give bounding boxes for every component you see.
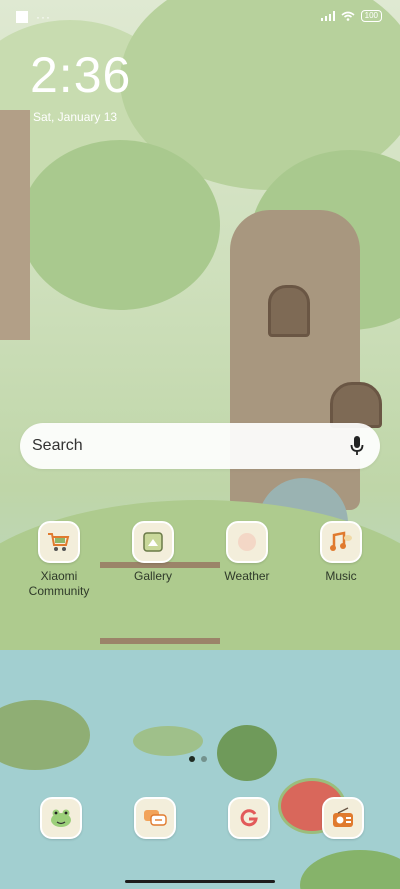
app-xiaomi-community[interactable]: Xiaomi Community — [24, 521, 94, 599]
music-icon — [320, 521, 362, 563]
app-label: Gallery — [133, 569, 172, 583]
status-bar: ··· 100 — [0, 0, 400, 34]
app-label: Xiaomi Community — [28, 569, 90, 598]
status-right: 100 — [320, 10, 382, 22]
frog-app-icon — [40, 797, 82, 839]
dock-app-google[interactable] — [228, 797, 270, 839]
home-screen: ··· 100 2:36 Sat, January 13 Search Xiao… — [0, 0, 400, 889]
search-placeholder: Search — [32, 437, 83, 454]
wifi-icon — [341, 11, 355, 21]
page-indicator[interactable] — [189, 756, 207, 762]
dock-app-messages[interactable] — [134, 797, 176, 839]
clock-time[interactable]: 2:36 — [30, 48, 131, 102]
xiaomi-community-icon — [38, 521, 80, 563]
dock-app-frog[interactable] — [40, 797, 82, 839]
messages-icon — [134, 797, 176, 839]
app-label: Music — [325, 569, 357, 583]
page-dot — [201, 756, 207, 762]
app-gallery[interactable]: Gallery — [118, 521, 188, 584]
page-dot-active — [189, 756, 195, 762]
search-bar[interactable]: Search — [20, 423, 380, 469]
gallery-icon — [132, 521, 174, 563]
status-left: ··· — [16, 11, 51, 23]
notification-icon — [16, 11, 28, 23]
radio-icon — [322, 797, 364, 839]
microphone-icon[interactable] — [350, 435, 364, 457]
dock-app-radio[interactable] — [322, 797, 364, 839]
signal-icon — [320, 11, 335, 21]
battery-icon: 100 — [360, 10, 382, 22]
google-icon — [228, 797, 270, 839]
home-gesture-bar[interactable] — [125, 880, 275, 883]
weather-icon — [226, 521, 268, 563]
app-weather[interactable]: Weather — [212, 521, 282, 584]
app-label: Weather — [224, 569, 270, 583]
app-music[interactable]: Music — [306, 521, 376, 584]
more-notifications-indicator: ··· — [36, 10, 51, 24]
clock-date: Sat, January 13 — [33, 110, 118, 124]
